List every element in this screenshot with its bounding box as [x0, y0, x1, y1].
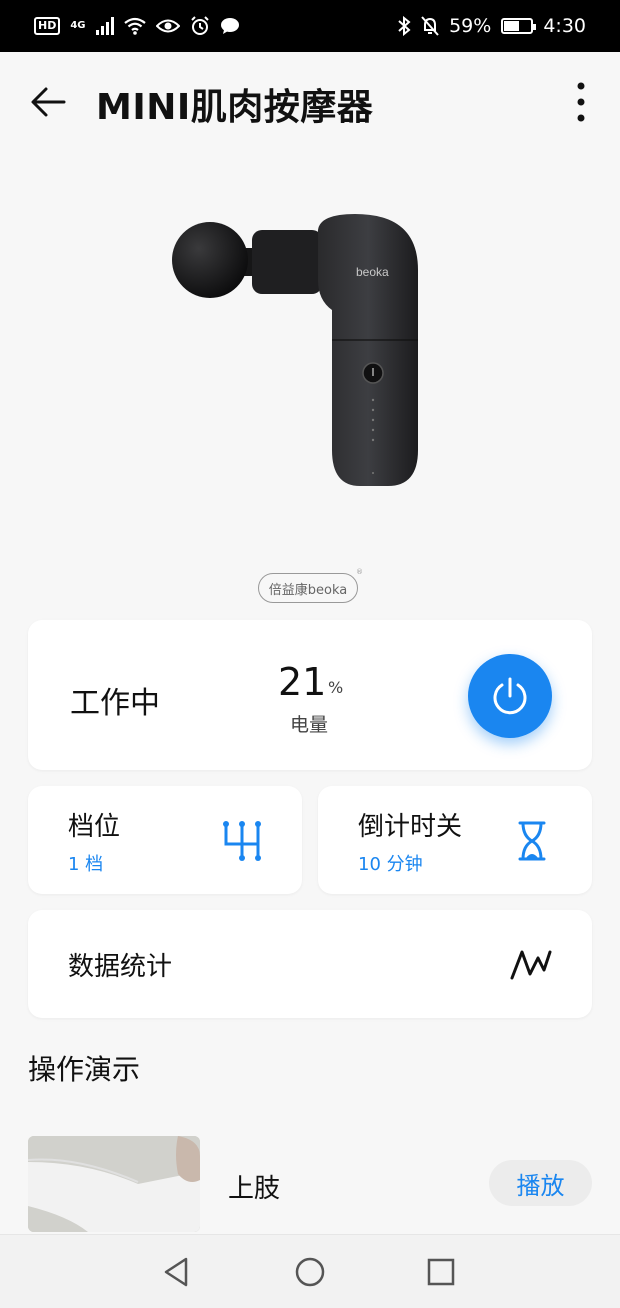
system-nav-bar	[0, 1234, 620, 1308]
timer-value: 10 分钟	[358, 854, 423, 875]
bluetooth-icon	[398, 16, 411, 36]
status-right: 59% 4:30	[397, 15, 586, 37]
battery-percent: 59%	[449, 15, 492, 37]
power-button[interactable]	[468, 654, 552, 738]
power-icon	[493, 677, 527, 715]
brand-logo-text: 倍益康beoka	[268, 582, 348, 598]
nav-home-icon[interactable]	[293, 1255, 327, 1289]
demo-item: 上肢 播放	[28, 1136, 592, 1232]
signal-icon	[95, 17, 114, 35]
nav-back-icon[interactable]	[160, 1255, 194, 1289]
battery-unit: %	[328, 678, 344, 697]
trend-chart-icon	[510, 950, 552, 980]
demo-item-label: 上肢	[228, 1174, 281, 1204]
battery-value: 21	[278, 660, 327, 704]
timer-card[interactable]: 倒计时关 10 分钟	[318, 786, 592, 894]
stats-card[interactable]: 数据统计	[28, 910, 592, 1018]
hd-badge: HD	[34, 17, 61, 35]
timer-title: 倒计时关	[358, 812, 463, 842]
gear-shift-icon	[223, 821, 261, 861]
demo-section-title: 操作演示	[28, 1053, 141, 1086]
back-arrow-icon[interactable]	[28, 82, 68, 122]
eye-icon	[155, 19, 180, 33]
wifi-icon	[123, 17, 146, 35]
status-left: HD 4G	[34, 16, 240, 36]
gear-value: 1 档	[68, 854, 104, 875]
mute-bell-icon	[421, 16, 439, 36]
brand-logo: 倍益康beoka ®	[258, 568, 363, 603]
nav-recents-icon[interactable]	[424, 1255, 458, 1289]
battery-icon	[501, 18, 537, 34]
stats-title: 数据统计	[68, 952, 173, 982]
more-options-icon[interactable]	[566, 80, 596, 124]
gear-title: 档位	[68, 812, 121, 842]
device-brand-text: beoka	[356, 265, 389, 279]
upper-limb-thumbnail	[28, 1136, 200, 1232]
message-icon	[220, 18, 239, 34]
alarm-icon	[190, 16, 209, 35]
status-bar: HD 4G 59% 4:30	[0, 0, 620, 52]
play-button[interactable]: 播放	[489, 1160, 592, 1206]
massager-product-image: beoka	[172, 214, 418, 486]
app-header: MINI肌肉按摩器	[0, 52, 620, 148]
network-type: 4G	[70, 20, 86, 31]
clock: 4:30	[543, 15, 586, 37]
gear-card[interactable]: 档位 1 档	[28, 786, 302, 894]
hourglass-icon	[518, 821, 546, 861]
battery-label: 电量	[290, 714, 329, 736]
status-card: 工作中 21 % 电量	[28, 620, 592, 770]
registered-mark-icon: ®	[356, 568, 363, 576]
page-title: MINI肌肉按摩器	[96, 87, 374, 128]
device-state: 工作中	[70, 686, 160, 721]
